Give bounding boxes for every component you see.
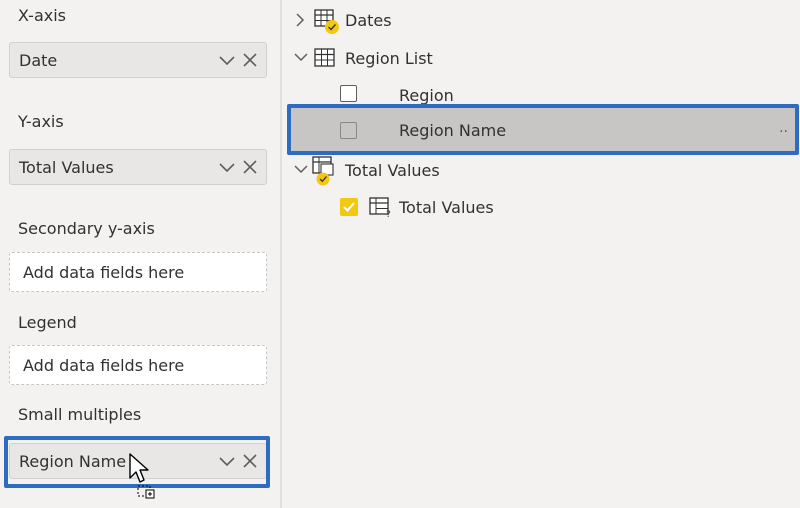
small-multiples-label: Small multiples bbox=[18, 405, 142, 424]
field-checkbox-region-name[interactable] bbox=[340, 122, 357, 139]
legend-placeholder: Add data fields here bbox=[23, 356, 185, 375]
svg-text:?: ? bbox=[386, 210, 391, 219]
field-row-region-name[interactable]: Region Name .. bbox=[290, 107, 798, 154]
legend-label: Legend bbox=[18, 313, 77, 332]
field-row-total-values[interactable]: ? Total Values bbox=[282, 192, 800, 222]
secondary-y-axis-placeholder: Add data fields here bbox=[23, 263, 185, 282]
close-icon[interactable] bbox=[239, 156, 261, 178]
chevron-down-icon[interactable] bbox=[216, 450, 238, 472]
fields-list-pane: Dates Region List Region Region Name .. bbox=[282, 0, 800, 508]
field-name-region-name: Region Name bbox=[399, 121, 507, 140]
legend-well[interactable]: Add data fields here bbox=[9, 345, 267, 385]
close-icon[interactable] bbox=[239, 49, 261, 71]
table-row-dates[interactable]: Dates bbox=[282, 5, 800, 35]
x-axis-well[interactable]: Date bbox=[9, 42, 267, 78]
measure-icon: ? bbox=[369, 197, 391, 219]
table-name-region-list: Region List bbox=[345, 49, 433, 68]
y-axis-label: Y-axis bbox=[18, 112, 64, 131]
table-name-dates: Dates bbox=[345, 11, 392, 30]
x-axis-field: Date bbox=[19, 51, 58, 70]
visual-fields-pane: X-axis Date Y-axis Total Values Secondar… bbox=[0, 0, 280, 508]
measure-table-icon bbox=[312, 156, 334, 186]
checkmark-icon bbox=[343, 202, 355, 212]
table-row-region-list[interactable]: Region List bbox=[282, 43, 800, 73]
close-icon[interactable] bbox=[239, 450, 261, 472]
chevron-down-icon[interactable] bbox=[292, 163, 310, 175]
y-axis-field: Total Values bbox=[19, 158, 114, 177]
secondary-y-axis-well[interactable]: Add data fields here bbox=[9, 252, 267, 292]
table-icon bbox=[314, 48, 335, 67]
chevron-down-icon[interactable] bbox=[292, 51, 310, 63]
field-checkbox-total-values[interactable] bbox=[340, 198, 358, 216]
small-multiples-field: Region Name bbox=[19, 452, 127, 471]
chevron-right-icon[interactable] bbox=[294, 11, 306, 29]
small-multiples-well[interactable]: Region Name bbox=[9, 443, 267, 479]
secondary-y-axis-label: Secondary y-axis bbox=[18, 219, 155, 238]
field-row-region[interactable]: Region bbox=[282, 80, 800, 110]
table-check-icon bbox=[314, 9, 339, 34]
field-name-region: Region bbox=[399, 86, 454, 105]
x-axis-label: X-axis bbox=[18, 6, 66, 25]
table-name-total-values: Total Values bbox=[345, 161, 440, 180]
more-options-icon[interactable]: .. bbox=[779, 120, 788, 136]
field-checkbox-region[interactable] bbox=[340, 85, 357, 102]
y-axis-well[interactable]: Total Values bbox=[9, 149, 267, 185]
chevron-down-icon[interactable] bbox=[216, 49, 238, 71]
field-name-total-values: Total Values bbox=[399, 198, 494, 217]
chevron-down-icon[interactable] bbox=[216, 156, 238, 178]
table-row-total-values[interactable]: Total Values bbox=[282, 155, 800, 186]
